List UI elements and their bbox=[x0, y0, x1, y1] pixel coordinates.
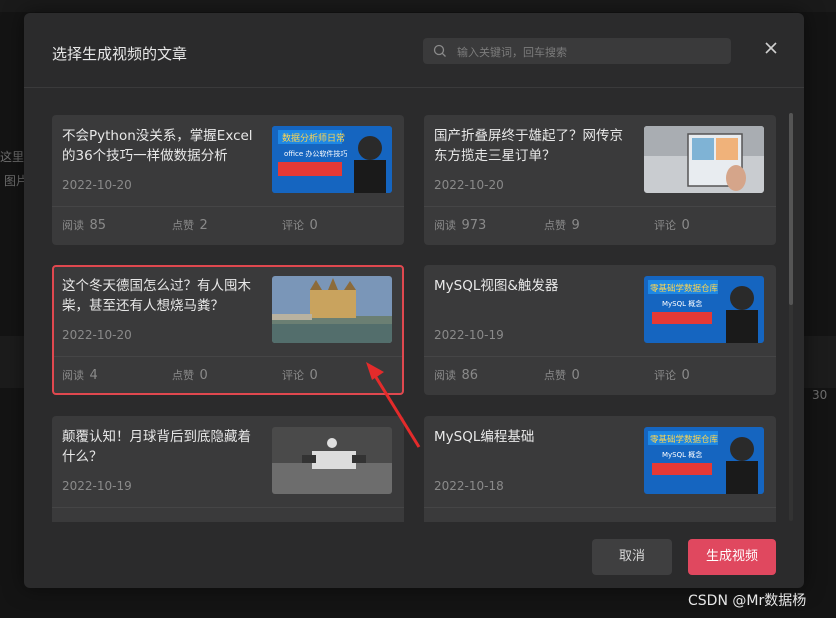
article-thumbnail: 数据分析师日常 office 办公软件技巧 bbox=[272, 126, 392, 193]
article-card-selected[interactable]: 这个冬天德国怎么过？有人囤木柴，甚至还有人想烧马粪？ 2022-10-20 阅读… bbox=[52, 265, 404, 395]
article-date: 2022-10-20 bbox=[62, 178, 132, 192]
article-date: 2022-10-20 bbox=[434, 178, 504, 192]
article-title: MySQL视图&触发器 bbox=[434, 278, 559, 294]
dialog-footer: 取消 生成视频 bbox=[24, 522, 804, 588]
comment-count: 评论 0 bbox=[282, 368, 318, 383]
close-icon[interactable] bbox=[764, 41, 778, 55]
dialog-title: 选择生成视频的文章 bbox=[52, 45, 188, 63]
read-count: 阅读 85 bbox=[62, 218, 107, 233]
search-input[interactable]: 输入关键词，回车搜索 bbox=[423, 38, 731, 64]
dialog-header: 选择生成视频的文章 输入关键词，回车搜索 bbox=[24, 13, 804, 88]
thumb-subcaption: MySQL 概念 bbox=[662, 299, 702, 308]
article-date: 2022-10-19 bbox=[62, 479, 132, 493]
search-icon bbox=[433, 44, 446, 57]
article-card[interactable]: MySQL编程基础 2022-10-18 零基础学数据仓库 MySQL 概念 bbox=[424, 416, 776, 522]
article-title: 颠覆认知！月球背后到底隐藏着什么？ bbox=[62, 429, 251, 465]
card-divider bbox=[52, 507, 404, 508]
article-select-dialog: 选择生成视频的文章 输入关键词，回车搜索 不会Python没关系，掌握Excel… bbox=[24, 13, 804, 588]
article-thumbnail: 零基础学数据仓库 MySQL 概念 bbox=[644, 276, 764, 343]
background-text: 这里 bbox=[0, 150, 25, 164]
article-title: MySQL编程基础 bbox=[434, 429, 535, 445]
comment-count: 评论 0 bbox=[282, 218, 318, 233]
watermark: CSDN @Mr数据杨 bbox=[688, 593, 807, 609]
read-count: 阅读 86 bbox=[434, 368, 479, 383]
article-thumbnail bbox=[272, 276, 392, 343]
generate-video-button[interactable]: 生成视频 bbox=[688, 539, 776, 575]
article-thumbnail: 零基础学数据仓库 MySQL 概念 bbox=[644, 427, 764, 494]
background-time: 30 bbox=[812, 388, 828, 402]
article-date: 2022-10-19 bbox=[434, 328, 504, 342]
scrollbar-thumb[interactable] bbox=[789, 113, 793, 305]
article-date: 2022-10-18 bbox=[434, 479, 504, 493]
comment-count: 评论 0 bbox=[654, 368, 690, 383]
article-date: 2022-10-20 bbox=[62, 328, 132, 342]
card-divider bbox=[54, 356, 402, 357]
article-card[interactable]: MySQL视图&触发器 2022-10-19 零基础学数据仓库 MySQL 概念… bbox=[424, 265, 776, 395]
article-list: 不会Python没关系，掌握Excel的36个技巧一样做数据分析 2022-10… bbox=[24, 88, 804, 522]
article-card[interactable]: 颠覆认知！月球背后到底隐藏着什么？ 2022-10-19 bbox=[52, 416, 404, 522]
article-title: 不会Python没关系，掌握Excel的36个技巧一样做数据分析 bbox=[62, 128, 253, 164]
thumb-caption: 零基础学数据仓库 bbox=[650, 283, 719, 294]
card-divider bbox=[52, 206, 404, 207]
article-thumbnail bbox=[272, 427, 392, 494]
cancel-button[interactable]: 取消 bbox=[592, 539, 672, 575]
like-count: 点赞 2 bbox=[172, 218, 208, 233]
background-top-bar bbox=[0, 0, 836, 12]
comment-count: 评论 0 bbox=[654, 218, 690, 233]
search-placeholder: 输入关键词，回车搜索 bbox=[457, 46, 567, 59]
like-count: 点赞 0 bbox=[172, 368, 208, 383]
article-title: 国产折叠屏终于雄起了？网传京东方揽走三星订单？ bbox=[434, 128, 623, 164]
article-title: 这个冬天德国怎么过？有人囤木柴，甚至还有人想烧马粪？ bbox=[62, 278, 251, 314]
like-count: 点赞 0 bbox=[544, 368, 580, 383]
card-divider bbox=[424, 206, 776, 207]
read-count: 阅读 973 bbox=[434, 218, 487, 233]
article-card[interactable]: 国产折叠屏终于雄起了？网传京东方揽走三星订单？ 2022-10-20 阅读 97… bbox=[424, 115, 776, 245]
card-divider bbox=[424, 356, 776, 357]
article-card[interactable]: 不会Python没关系，掌握Excel的36个技巧一样做数据分析 2022-10… bbox=[52, 115, 404, 245]
card-divider bbox=[424, 507, 776, 508]
thumb-subcaption: office 办公软件技巧 bbox=[284, 149, 347, 158]
read-count: 阅读 4 bbox=[62, 368, 98, 383]
thumb-subcaption: MySQL 概念 bbox=[662, 450, 702, 459]
like-count: 点赞 9 bbox=[544, 218, 580, 233]
article-thumbnail bbox=[644, 126, 764, 193]
thumb-caption: 数据分析师日常 bbox=[282, 132, 345, 144]
thumb-caption: 零基础学数据仓库 bbox=[650, 434, 719, 445]
